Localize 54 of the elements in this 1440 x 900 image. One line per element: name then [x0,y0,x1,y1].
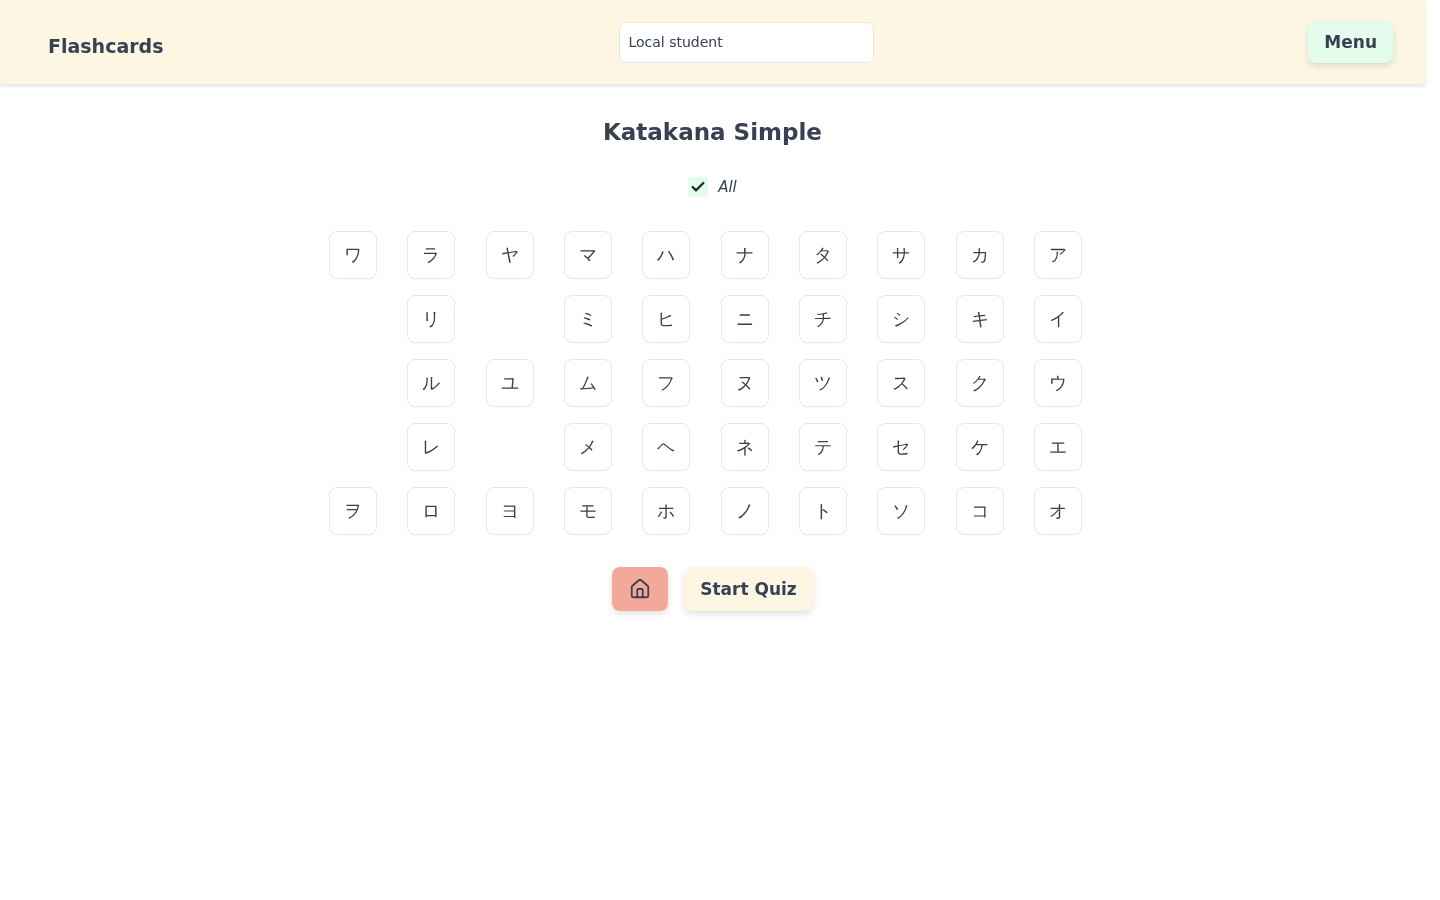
kana-button[interactable]: ニ [720,295,769,343]
kana-button[interactable]: ツ [799,359,848,407]
kana-button[interactable]: ヨ [485,487,534,535]
checkbox-label: All [718,178,737,196]
kana-button[interactable]: ノ [720,487,769,535]
kana-button[interactable]: マ [563,231,612,279]
kana-button[interactable]: ソ [877,487,926,535]
kana-button[interactable]: ミ [563,295,612,343]
kana-button[interactable]: テ [799,423,848,471]
kana-button[interactable]: ラ [407,231,456,279]
kana-button[interactable]: シ [877,295,926,343]
checkbox[interactable] [688,177,709,197]
kana-button[interactable]: タ [799,231,848,279]
kana-button[interactable]: メ [563,423,612,471]
kana-button[interactable]: コ [955,487,1004,535]
kana-button[interactable]: ワ [328,231,377,279]
kana-button[interactable]: ル [407,359,456,407]
kana-button[interactable]: ケ [955,423,1004,471]
home-button[interactable] [612,567,669,611]
student-field[interactable]: Local student [619,21,875,63]
kana-button[interactable]: カ [955,231,1004,279]
kana-button[interactable]: ナ [720,231,769,279]
kana-button[interactable]: ト [799,487,848,535]
kana-button[interactable]: ヤ [485,231,534,279]
kana-button[interactable]: キ [955,295,1004,343]
kana-button[interactable]: サ [877,231,926,279]
kana-button[interactable]: ヲ [328,487,377,535]
kana-button[interactable]: レ [407,423,456,471]
kana-button[interactable]: ヘ [642,423,691,471]
kana-button[interactable]: ウ [1034,359,1083,407]
kana-button[interactable]: フ [642,359,691,407]
page-title: Katakana Simple [603,118,822,147]
kana-button[interactable]: ク [955,359,1004,407]
kana-button[interactable]: ハ [642,231,691,279]
kana-button[interactable]: ヌ [720,359,769,407]
kana-button[interactable]: イ [1034,295,1083,343]
kana-button[interactable]: セ [877,423,926,471]
kana-button[interactable]: ユ [485,359,534,407]
kana-button[interactable]: ヒ [642,295,691,343]
kana-button[interactable]: ス [877,359,926,407]
kana-button[interactable]: エ [1034,423,1083,471]
start-quiz-button[interactable]: Start Quiz [684,567,813,611]
kana-button[interactable]: オ [1034,487,1083,535]
kana-button[interactable]: ロ [407,487,456,535]
kana-button[interactable]: モ [563,487,612,535]
kana-button[interactable]: ホ [642,487,691,535]
menu-button[interactable]: Menu [1308,21,1393,63]
home-icon [629,578,652,600]
kana-button[interactable]: ネ [720,423,769,471]
app-title: Flashcards [48,35,164,57]
kana-button[interactable]: チ [799,295,848,343]
kana-button[interactable]: リ [407,295,456,343]
kana-button[interactable]: ム [563,359,612,407]
kana-button[interactable]: ア [1034,231,1083,279]
